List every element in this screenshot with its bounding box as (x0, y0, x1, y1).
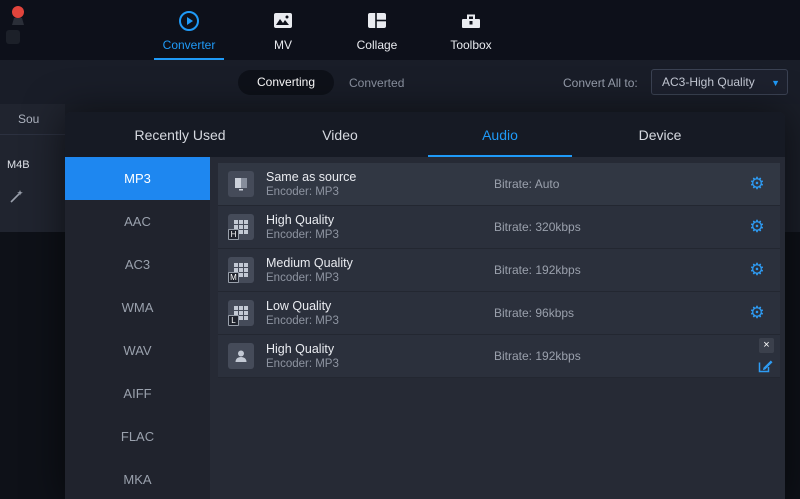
settings-gear-icon[interactable]: ⚙ (749, 174, 764, 194)
tab-audio[interactable]: Audio (420, 112, 580, 157)
dropdown-value: AC3-High Quality (662, 75, 755, 89)
sidebar-item-aac[interactable]: AAC (65, 200, 210, 243)
quality-grid-icon: L (228, 300, 254, 326)
preset-text: High Quality Encoder: MP3 (266, 213, 494, 241)
quality-grid-icon: M (228, 257, 254, 283)
tab-label: Collage (357, 38, 398, 52)
format-sidebar: MP3 AAC AC3 WMA WAV AIFF FLAC MKA (65, 157, 210, 499)
converter-icon (177, 9, 201, 33)
tab-converting[interactable]: Converting (238, 70, 334, 95)
format-picker-panel: Recently Used Video Audio Device MP3 AAC… (65, 112, 785, 499)
preset-title: Low Quality (266, 299, 494, 313)
preset-encoder: Encoder: MP3 (266, 315, 494, 327)
tab-collage[interactable]: Collage (330, 3, 424, 60)
convert-all-label: Convert All to: (563, 76, 638, 90)
tab-label: MV (274, 38, 292, 52)
app-window: Converter MV Collage (0, 0, 800, 499)
sidebar-item-flac[interactable]: FLAC (65, 415, 210, 458)
tab-converted[interactable]: Converted (349, 76, 404, 90)
preset-title: Same as source (266, 170, 494, 184)
sidebar-item-wma[interactable]: WMA (65, 286, 210, 329)
tab-label: Toolbox (450, 38, 491, 52)
preset-row[interactable]: L Low Quality Encoder: MP3 Bitrate: 96kb… (218, 292, 780, 335)
sidebar-item-wav[interactable]: WAV (65, 329, 210, 372)
quality-badge: M (228, 272, 239, 283)
preset-title: High Quality (266, 213, 494, 227)
close-icon[interactable]: × (759, 338, 774, 353)
tab-converter[interactable]: Converter (142, 3, 236, 60)
preset-encoder: Encoder: MP3 (266, 186, 494, 198)
preset-encoder: Encoder: MP3 (266, 272, 494, 284)
top-bar: Converter MV Collage (0, 0, 800, 60)
preset-text: Medium Quality Encoder: MP3 (266, 256, 494, 284)
sidebar-item-mp3[interactable]: MP3 (65, 157, 210, 200)
main-navigation: Converter MV Collage (142, 3, 518, 60)
tab-mv[interactable]: MV (236, 3, 330, 60)
magic-wand-icon[interactable] (9, 188, 25, 204)
settings-gear-icon[interactable]: ⚙ (749, 217, 764, 237)
source-column-header: Sou (0, 104, 65, 135)
preset-title: Medium Quality (266, 256, 494, 270)
settings-gear-icon[interactable]: ⚙ (749, 260, 764, 280)
sidebar-item-ac3[interactable]: AC3 (65, 243, 210, 286)
tab-device[interactable]: Device (580, 112, 740, 157)
preset-title: High Quality (266, 342, 494, 356)
preset-bitrate: Bitrate: 192kbps (494, 263, 744, 277)
chevron-down-icon: ▼ (771, 71, 780, 95)
file-list-strip: Sou M4B (0, 104, 65, 232)
sidebar-item-mka[interactable]: MKA (65, 458, 210, 499)
quality-badge: H (228, 229, 239, 240)
sub-bar: Converting Converted Convert All to: AC3… (0, 60, 800, 104)
preset-bitrate: Bitrate: 320kbps (494, 220, 744, 234)
menu-icon[interactable] (6, 30, 20, 44)
preset-bitrate: Bitrate: 192kbps (494, 349, 744, 363)
preset-list: Same as source Encoder: MP3 Bitrate: Aut… (210, 157, 785, 499)
format-picker-tabs: Recently Used Video Audio Device (65, 112, 785, 157)
output-format-dropdown[interactable]: AC3-High Quality ▼ (651, 69, 788, 95)
preset-text: Same as source Encoder: MP3 (266, 170, 494, 198)
app-logo-icon (10, 5, 26, 27)
user-profile-icon (228, 343, 254, 369)
preset-text: High Quality Encoder: MP3 (266, 342, 494, 370)
settings-gear-icon[interactable]: ⚙ (749, 303, 764, 323)
preset-bitrate: Bitrate: Auto (494, 177, 744, 191)
quality-badge: L (228, 315, 239, 326)
preset-text: Low Quality Encoder: MP3 (266, 299, 494, 327)
tab-recently-used[interactable]: Recently Used (100, 112, 260, 157)
tab-toolbox[interactable]: Toolbox (424, 3, 518, 60)
preset-bitrate: Bitrate: 96kbps (494, 306, 744, 320)
preset-row[interactable]: Same as source Encoder: MP3 Bitrate: Aut… (218, 163, 780, 206)
mv-icon (271, 9, 295, 33)
sidebar-item-aiff[interactable]: AIFF (65, 372, 210, 415)
preset-encoder: Encoder: MP3 (266, 358, 494, 370)
toolbox-icon (459, 9, 483, 33)
tab-label: Converter (163, 38, 216, 52)
file-format-badge: M4B (7, 159, 30, 171)
quality-grid-icon: H (228, 214, 254, 240)
tab-video[interactable]: Video (260, 112, 420, 157)
preset-row-custom[interactable]: High Quality Encoder: MP3 Bitrate: 192kb… (218, 335, 780, 378)
collage-icon (365, 9, 389, 33)
preset-encoder: Encoder: MP3 (266, 229, 494, 241)
preset-row[interactable]: M Medium Quality Encoder: MP3 Bitrate: 1… (218, 249, 780, 292)
edit-icon[interactable] (757, 358, 773, 374)
same-as-source-icon (228, 171, 254, 197)
preset-row[interactable]: H High Quality Encoder: MP3 Bitrate: 320… (218, 206, 780, 249)
